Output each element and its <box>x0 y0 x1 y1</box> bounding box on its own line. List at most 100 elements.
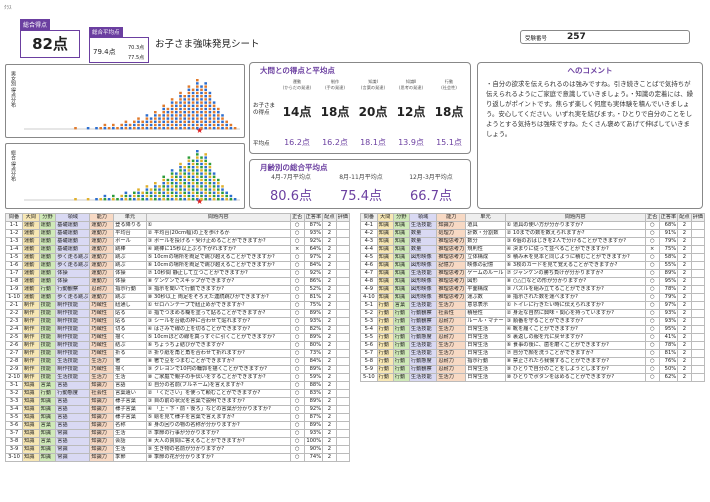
table-cell: 2 <box>322 429 337 438</box>
table-cell: 87% <box>303 413 324 422</box>
table-cell: 81% <box>303 293 324 302</box>
table-cell: 2 <box>322 285 337 294</box>
distribution-dot <box>133 127 136 130</box>
table-cell: 行動 <box>376 357 394 366</box>
table-cell: ○ <box>644 261 660 270</box>
distribution-dot <box>217 185 220 188</box>
distribution-dot <box>183 120 186 123</box>
table-header-cell: 分野 <box>38 213 57 222</box>
distribution-dot <box>196 172 199 175</box>
distribution-dot <box>158 120 161 123</box>
table-cell: 4-4 <box>360 245 378 254</box>
month-value: 75.4点 <box>340 189 382 204</box>
distribution-dot <box>191 117 195 120</box>
table-cell: 登る降りる <box>113 221 147 230</box>
table-cell: 行動 <box>392 357 410 366</box>
table-cell: 3-2 <box>4 389 24 398</box>
table-cell: 97% <box>303 253 324 262</box>
table-row: 3-9 知識 知識 常識 知識力 生活 ⑨ 生き物の名前が分かりますか? ○ 90% 2 <box>4 445 351 454</box>
distribution-dot <box>170 194 174 198</box>
table-cell: 制作技能 <box>55 325 91 334</box>
table-row: 4-7 知識 知識 生活技能 推理思考力 ゲームのルール ⑦ ジャンケンの勝ち負けが分かりま… <box>360 269 706 278</box>
table-header-cell: 分野 <box>392 213 410 222</box>
distribution-dot <box>208 107 212 111</box>
distribution-dot <box>183 166 186 169</box>
table-cell: ○ <box>289 229 305 238</box>
table-cell: 92% <box>303 237 324 246</box>
table-cell: 技能 <box>38 309 57 318</box>
table-cell: 推理思考力 <box>436 253 467 262</box>
evaluation-cell <box>335 453 351 462</box>
table-cell: ⑥ 10cmの場所を両足で跳び越えることができますか? <box>145 261 291 270</box>
distribution-dot <box>196 175 199 178</box>
table-cell: 2 <box>677 277 692 286</box>
table-cell: 2 <box>677 221 692 230</box>
table-cell: 数分 <box>465 237 506 246</box>
table-cell: 意思表示 <box>465 301 506 310</box>
distribution-dot <box>158 127 161 130</box>
table-cell: 巧緻性 <box>89 341 115 350</box>
table-cell: 指示行動 <box>465 357 506 366</box>
table-cell: 4-8 <box>360 277 378 286</box>
distribution-dot <box>204 185 207 188</box>
distribution-dot <box>225 127 228 130</box>
distribution-dot <box>196 91 199 95</box>
table-cell: 数量 <box>408 229 438 238</box>
distribution-dot <box>196 188 199 191</box>
total-distribution-plot: ★ <box>24 150 240 206</box>
distribution-dot <box>183 194 186 198</box>
table-cell: 基礎運動 <box>55 245 91 254</box>
distribution-dot <box>175 185 178 188</box>
table-cell: 常識 <box>55 445 91 454</box>
distribution-dot <box>225 123 228 127</box>
table-header-cell: 問番 <box>4 213 24 222</box>
distribution-dot <box>187 169 191 172</box>
distribution-dot <box>175 111 178 114</box>
table-cell: ○ <box>644 373 660 382</box>
evaluation-cell <box>335 301 351 310</box>
distribution-dot <box>204 153 207 156</box>
table-cell: 図形映像 <box>408 261 438 270</box>
table-header-cell: 単元 <box>465 213 506 222</box>
distribution-dot <box>170 188 174 191</box>
distribution-dot <box>208 95 212 98</box>
evaluation-cell <box>690 301 706 310</box>
table-cell: 箸 <box>113 357 147 366</box>
distribution-dot <box>212 123 216 127</box>
table-cell: ○ <box>289 333 305 342</box>
distribution-dot <box>183 104 186 107</box>
table-cell: 運動力 <box>89 277 115 286</box>
table-cell: 2 <box>322 261 337 270</box>
table-cell: 2 <box>677 341 692 350</box>
distribution-dot <box>187 159 191 162</box>
distribution-dot <box>170 172 174 175</box>
table-cell: ゲームのルール <box>465 269 506 278</box>
distribution-dot <box>149 198 153 201</box>
average-block: 総合平均点 79.4点 70.3点 77.5点 <box>89 27 149 63</box>
distribution-dot <box>225 198 228 201</box>
table-cell: 89% <box>303 309 324 318</box>
table-row: 4-10 知識 知識 図形映像 推理思考力 運ぶ数 ⑩ 指示された数を運べますか? ○ 79% 2 <box>360 293 706 302</box>
table-cell: 記憶力 <box>436 261 467 270</box>
table-cell: 図形映像 <box>408 285 438 294</box>
distribution-dot <box>179 172 182 175</box>
distribution-dot <box>137 120 140 123</box>
month-column: 8月-11月平均点 75.4点 <box>326 172 396 204</box>
table-cell: 93% <box>303 317 324 326</box>
distribution-dot <box>183 95 186 98</box>
table-cell: 言語 <box>113 381 147 390</box>
table-cell: 知識 <box>38 453 57 462</box>
table-cell: 2 <box>322 405 337 414</box>
table-cell: ○ <box>289 429 305 438</box>
table-cell: 社会性 <box>89 389 115 398</box>
distribution-dot <box>183 188 186 191</box>
distribution-dot <box>225 194 228 198</box>
distribution-dot <box>221 120 224 123</box>
distribution-dot <box>175 123 178 127</box>
gender-distribution-chart: 男女別 得点分布 ★ <box>5 64 245 138</box>
distribution-dot <box>204 101 207 104</box>
distribution-dot <box>200 166 203 169</box>
distribution-dot <box>212 172 216 175</box>
distribution-dot <box>120 123 123 127</box>
table-cell: 78% <box>658 341 679 350</box>
